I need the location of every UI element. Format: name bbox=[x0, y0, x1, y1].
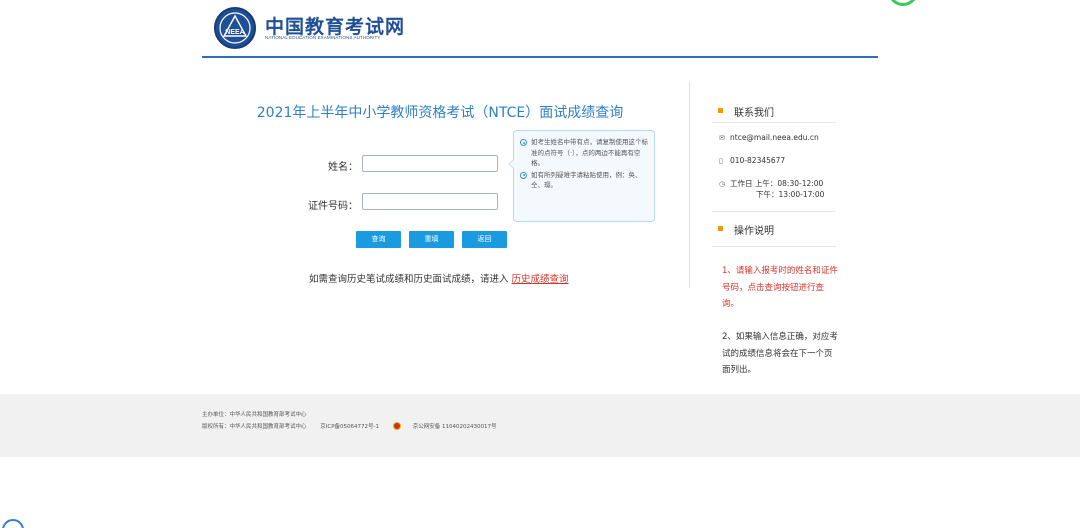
floating-circle-icon bbox=[2, 519, 24, 528]
instruction-step-2: 2、如果输入信息正确，对应考试的成绩信息将会在下一个页面列出。 bbox=[722, 332, 838, 375]
footer-copyright-row: 版权所有：中华人民共和国教育部考试中心 京ICP备05064772号-1 京公网… bbox=[202, 422, 509, 430]
hint-text: 如有所列疑难字请粘贴使用，例：奂、仝、璟。 bbox=[531, 170, 642, 190]
neea-emblem-icon: NEEA bbox=[214, 7, 256, 49]
footer-copyright: 版权所有：中华人民共和国教育部考试中心 bbox=[202, 424, 307, 430]
query-button[interactable]: 查询 bbox=[356, 231, 401, 248]
site-logo-subtitle: NATIONAL EDUCATION EXAMINATIONS AUTHORIT… bbox=[265, 35, 381, 40]
id-number-label: 证件号码： bbox=[308, 201, 358, 212]
sidebar-divider bbox=[712, 211, 836, 212]
footer-icp-link[interactable]: 京ICP备05064772号-1 bbox=[320, 424, 379, 430]
hours-am-text: 工作日 上午：08:30-12:00 bbox=[730, 179, 824, 188]
instruction-step-1: 1、请输入报考时的姓名和证件号码，点击查询按钮进行查询。 bbox=[722, 266, 838, 309]
history-notice: 如需查询历史笔试成绩和历史面试成绩，请进入 历史成绩查询 bbox=[309, 271, 569, 285]
footer-police-link[interactable]: 京公网安备 11040202430017号 bbox=[413, 424, 497, 430]
history-text: 如需查询历史笔试成绩和历史面试成绩，请进入 bbox=[309, 274, 509, 285]
hint-item: 如有所列疑难字请粘贴使用，例：奂、仝、璟。 bbox=[520, 170, 648, 191]
name-label: 姓名： bbox=[328, 162, 358, 173]
emblem-text: NEEA bbox=[225, 29, 244, 36]
hint-text: 如考生姓名中带有点，请复制使用这个标准的点符号（·），点的两边不能再有空格。 bbox=[531, 138, 648, 167]
mail-icon: ✉ bbox=[719, 134, 725, 142]
footer-host: 主办单位：中华人民共和国教育部考试中心 bbox=[202, 412, 307, 418]
heading-marker-icon bbox=[718, 226, 723, 231]
site-footer: 主办单位：中华人民共和国教育部考试中心 版权所有：中华人民共和国教育部考试中心 … bbox=[0, 394, 1080, 457]
ops-title: 操作说明 bbox=[734, 226, 774, 237]
heading-marker-icon bbox=[718, 108, 723, 113]
contact-title: 联系我们 bbox=[734, 108, 774, 119]
contact-hours: ◷ 工作日 上午：08:30-12:00 bbox=[719, 178, 823, 189]
history-scores-link[interactable]: 历史成绩查询 bbox=[512, 274, 569, 285]
back-button[interactable]: 返回 bbox=[462, 231, 507, 248]
hint-arrow bbox=[508, 159, 514, 169]
site-header: NEEA 中国教育考试网 NATIONAL EDUCATION EXAMINAT… bbox=[202, 0, 878, 58]
reset-button[interactable]: 重填 bbox=[409, 231, 454, 248]
email-text[interactable]: ntce@mail.neea.edu.cn bbox=[730, 133, 819, 142]
contact-email: ✉ ntce@mail.neea.edu.cn bbox=[719, 133, 819, 142]
police-badge-icon bbox=[392, 422, 401, 430]
contact-heading: 联系我们 bbox=[718, 104, 774, 119]
sidebar-divider bbox=[712, 246, 836, 247]
phone-icon: ▯ bbox=[719, 157, 723, 165]
vertical-divider bbox=[689, 82, 690, 288]
query-panel: 2021年上半年中小学教师资格考试（NTCE）面试成绩查询 姓名： 证件号码： … bbox=[202, 82, 688, 288]
hint-bullet-icon bbox=[520, 139, 527, 146]
clock-icon: ◷ bbox=[719, 180, 726, 188]
input-hint-box: 如考生姓名中带有点，请复制使用这个标准的点符号（·），点的两边不能再有空格。 如… bbox=[508, 130, 655, 222]
hours-pm-text: 下午：13:00-17:00 bbox=[756, 190, 825, 199]
id-number-input[interactable] bbox=[362, 193, 498, 210]
sidebar-divider bbox=[712, 122, 836, 123]
ops-heading: 操作说明 bbox=[718, 222, 774, 237]
hint-item: 如考生姓名中带有点，请复制使用这个标准的点符号（·），点的两边不能再有空格。 bbox=[520, 137, 648, 169]
contact-phone: ▯ 010-82345677 bbox=[719, 156, 785, 165]
name-input[interactable] bbox=[362, 155, 498, 172]
floating-ring-icon bbox=[888, 0, 918, 6]
phone-text: 010-82345677 bbox=[730, 156, 786, 165]
hint-bullet-icon bbox=[520, 171, 527, 179]
page-title: 2021年上半年中小学教师资格考试（NTCE）面试成绩查询 bbox=[256, 105, 624, 121]
